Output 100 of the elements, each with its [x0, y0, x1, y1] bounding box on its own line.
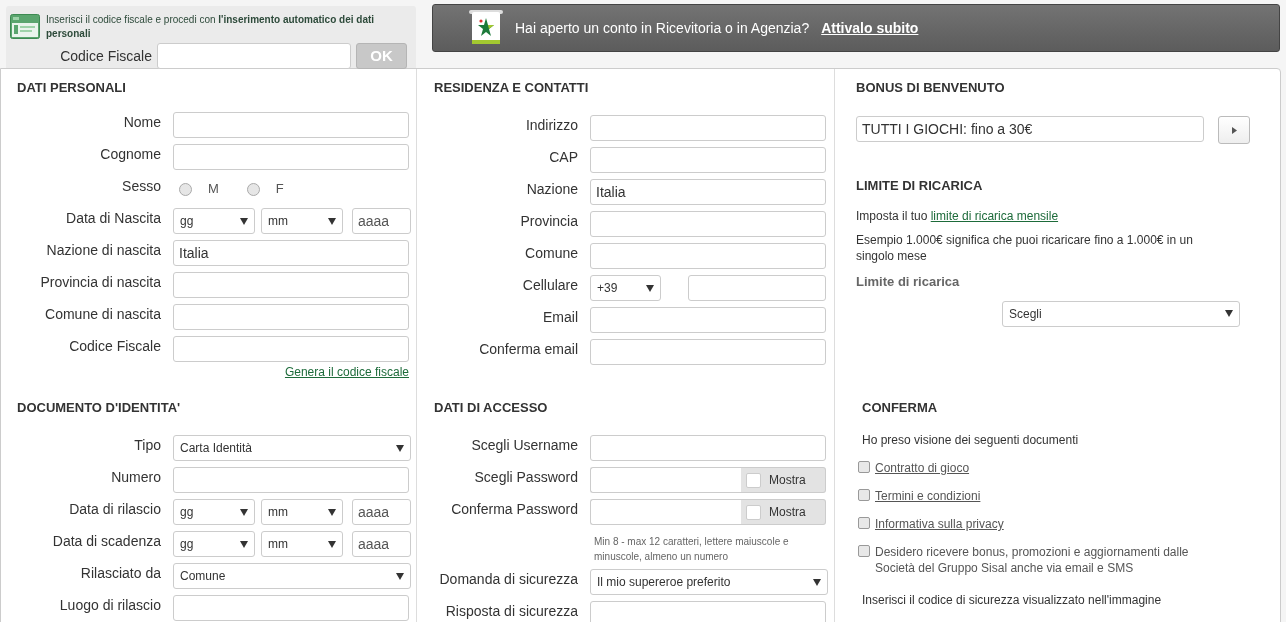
activate-link[interactable]: Attivalo subito: [821, 17, 919, 39]
text-field[interactable]: [173, 467, 409, 493]
field-label: Data di rilascio: [68, 499, 161, 519]
field-label: Scegli Username: [470, 435, 578, 455]
dropdown-arrow-icon: [328, 217, 336, 225]
text-field[interactable]: [590, 243, 826, 269]
instruction-text: Inserisci il codice fiscale e procedi con l'inserimento automatico dei dati personali: [46, 13, 376, 41]
limit-link[interactable]: limite di ricarica mensile: [930, 209, 1059, 223]
text-field[interactable]: [688, 275, 826, 301]
play-icon: [1231, 126, 1237, 134]
dropdown-arrow-icon: [240, 540, 248, 548]
text-field[interactable]: [173, 272, 409, 298]
field-label: Email: [542, 307, 578, 327]
text-field[interactable]: Italia: [173, 240, 409, 266]
checkbox[interactable]: [858, 489, 870, 501]
section-heading: DATI DI ACCESSO: [433, 399, 549, 418]
dropdown-arrow-icon: [328, 508, 336, 516]
section-heading: BONUS DI BENVENUTO: [856, 79, 1006, 98]
dropdown-arrow-icon: [646, 284, 654, 292]
field-label: Codice Fiscale: [68, 336, 161, 356]
text-field[interactable]: [590, 601, 826, 622]
field-label: Domanda di sicurezza: [438, 569, 578, 589]
dropdown-arrow-icon: [328, 540, 336, 548]
checkbox[interactable]: [858, 545, 870, 557]
text-field[interactable]: [590, 147, 826, 173]
dropdown[interactable]: gg: [173, 208, 255, 234]
dropdown-arrow-icon: [240, 508, 248, 516]
field-label: Data di Nascita: [65, 208, 161, 228]
card-icon: [10, 14, 40, 39]
dropdown[interactable]: mm: [261, 531, 343, 557]
banner-text: Hai aperto un conto in Ricevitoria o in Agenzia?: [515, 18, 810, 38]
field-label: Provincia di nascita: [39, 272, 161, 292]
field-label: Codice Fiscale: [59, 46, 153, 66]
text-field[interactable]: [173, 144, 409, 170]
field-label: Tipo: [133, 435, 161, 455]
dropdown[interactable]: gg: [173, 531, 255, 557]
radio-button[interactable]: [179, 182, 192, 196]
text-field[interactable]: [590, 307, 826, 333]
field-label: Conferma Password: [450, 499, 578, 519]
dropdown-arrow-icon: [396, 444, 404, 452]
field-label: Rilasciato da: [79, 563, 161, 583]
text-field[interactable]: [590, 211, 826, 237]
text-field[interactable]: [590, 339, 826, 365]
field-label: Nazione: [525, 179, 578, 199]
field-label: Data di scadenza: [51, 531, 161, 551]
text-field[interactable]: [173, 595, 409, 621]
dropdown[interactable]: Comune: [173, 563, 411, 589]
dropdown[interactable]: +39: [590, 275, 661, 301]
section-heading: CONFERMA: [862, 399, 939, 418]
dropdown[interactable]: gg: [173, 499, 255, 525]
text-field[interactable]: Italia: [590, 179, 826, 205]
field-label: Luogo di rilascio: [58, 595, 161, 615]
text-field[interactable]: [590, 435, 826, 461]
dropdown[interactable]: Carta Identità: [173, 435, 411, 461]
document-link[interactable]: Termini e condizioni: [875, 488, 981, 504]
field-label: Indirizzo: [524, 115, 578, 135]
checkbox[interactable]: [858, 517, 870, 529]
section-heading: LIMITE DI RICARICA: [856, 177, 984, 196]
field-label: Cognome: [99, 144, 161, 164]
radio-button[interactable]: [246, 182, 260, 196]
field-label: Provincia: [519, 211, 578, 231]
document-link[interactable]: Contratto di gioco: [875, 460, 970, 476]
dropdown-arrow-icon: [396, 572, 404, 580]
field-label: Numero: [110, 467, 161, 487]
dropdown[interactable]: Scegli: [1002, 300, 1240, 327]
consent-text: Desidero ricevere bonus, promozioni e aggiornamenti dalle Società del Gruppo Sisal anche via email e SMS: [875, 544, 1190, 576]
field-label: Conferma email: [478, 339, 578, 359]
field-label: Scegli Password: [473, 467, 578, 487]
limit-intro-text: Imposta il tuo limite di ricarica mensile: [856, 208, 1060, 224]
dropdown[interactable]: mm: [261, 208, 343, 234]
dropdown[interactable]: mm: [261, 499, 343, 525]
text-field[interactable]: [590, 115, 826, 141]
field-label: Limite di ricarica: [856, 273, 961, 291]
text-field[interactable]: [173, 304, 409, 330]
text-field[interactable]: [173, 112, 409, 138]
section-heading: DATI PERSONALI: [16, 79, 127, 98]
field-label: Risposta di sicurezza: [444, 601, 578, 621]
checkbox[interactable]: [858, 461, 870, 473]
field-label: Nome: [122, 112, 161, 132]
generate-link[interactable]: Genera il codice fiscale: [284, 363, 409, 381]
field-label: Comune: [524, 243, 578, 263]
field-label: CAP: [548, 147, 578, 167]
dropdown[interactable]: Il mio supereroe preferito: [590, 569, 828, 595]
radio-option[interactable]: M: [179, 179, 219, 199]
password-hint: Min 8 - max 12 caratteri, lettere maiuscole e minuscole, almeno un numero: [594, 535, 790, 564]
example-text: Esempio 1.000€ significa che puoi ricaricare fino a 1.000€ in un singolo mese: [856, 232, 1194, 264]
codice-fiscale-field[interactable]: [157, 43, 351, 69]
field-label: Comune di nascita: [44, 304, 161, 324]
text-field[interactable]: [173, 336, 409, 362]
text-field[interactable]: aaaa: [352, 531, 411, 557]
consent-intro-text: Ho preso visione dei seguenti documenti: [862, 432, 1080, 448]
document-link[interactable]: Informativa sulla privacy: [875, 516, 1004, 532]
dropdown-arrow-icon: [813, 578, 821, 586]
bonus-field[interactable]: TUTTI I GIOCHI: fino a 30€: [856, 116, 1204, 142]
dropdown-arrow-icon: [240, 217, 248, 225]
play-button[interactable]: [1218, 116, 1250, 144]
radio-option[interactable]: F: [246, 179, 284, 199]
captcha-instruction: Inserisci il codice di sicurezza visualizzato nell'immagine: [862, 592, 1163, 608]
text-field[interactable]: aaaa: [352, 208, 411, 234]
text-field[interactable]: aaaa: [352, 499, 411, 525]
